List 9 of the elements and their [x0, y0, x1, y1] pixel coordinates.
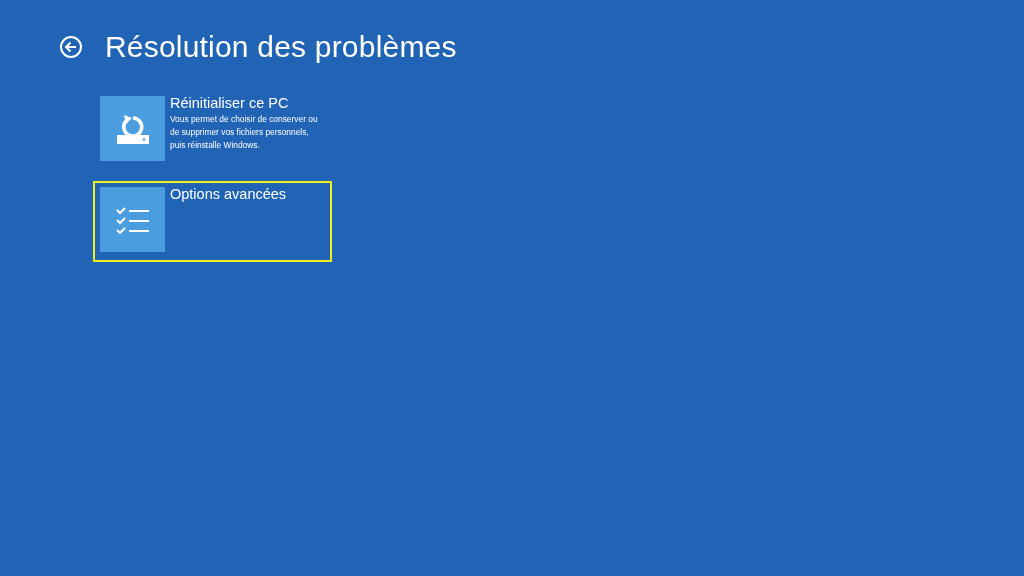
option-tile[interactable]: Réinitialiser ce PC Vous permet de choisir de conserver ou de supprimer vos fichiers personnels, puis réinstalle Windows.	[93, 90, 332, 171]
option-title: Réinitialiser ce PC	[170, 95, 289, 111]
option-description: Vous permet de choisir de conserver ou de supprimer vos fichiers personnels, puis réinstalle Windows.	[170, 113, 319, 152]
reset-icon	[114, 112, 151, 145]
back-icon[interactable]	[59, 35, 83, 59]
checklist-icon	[115, 205, 150, 234]
option-tile[interactable]: Options avancées	[93, 181, 332, 262]
page-title: Résolution des problèmes	[105, 30, 457, 64]
option-title: Options avancées	[170, 186, 287, 202]
